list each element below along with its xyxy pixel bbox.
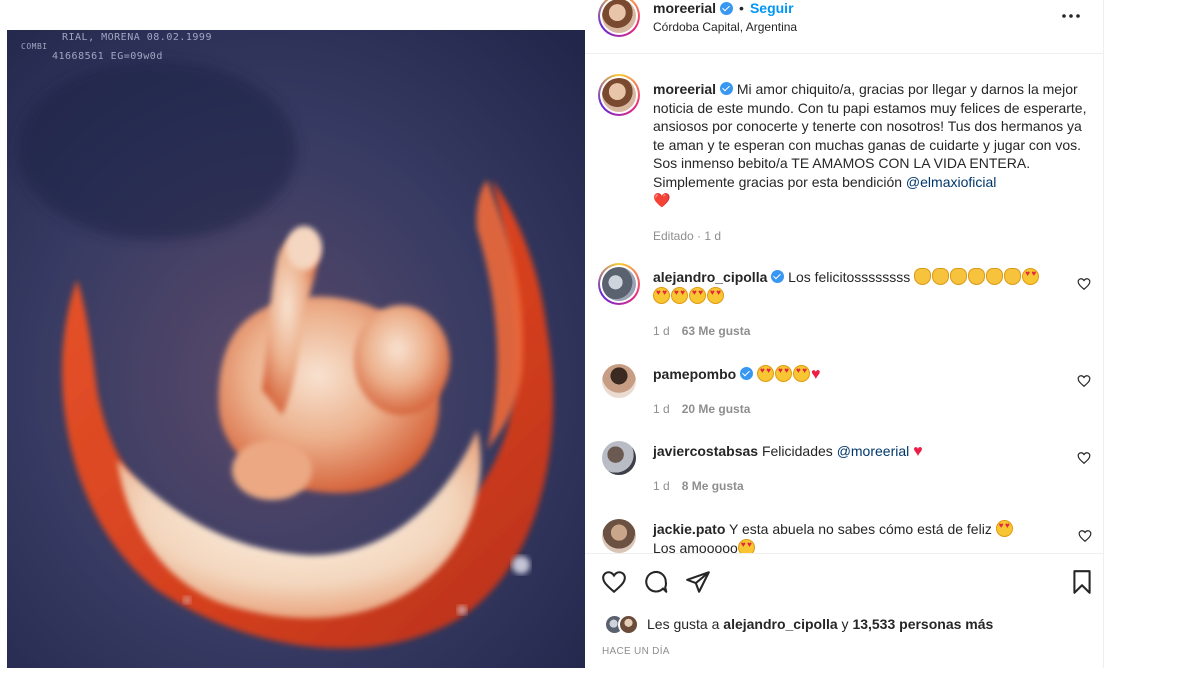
likers-avatars[interactable]: [604, 614, 644, 636]
post-location[interactable]: Córdoba Capital, Argentina: [653, 20, 797, 34]
caption-avatar[interactable]: [598, 74, 640, 116]
caption-meta: Editado · 1 d: [653, 229, 722, 243]
comment-like-heart-icon[interactable]: [1077, 374, 1091, 388]
comment-username[interactable]: jackie.pato: [653, 521, 725, 537]
comment-meta: 1 d 20 Me gusta: [653, 402, 750, 416]
commenter-avatar[interactable]: [602, 364, 636, 398]
author-username[interactable]: moreerial: [653, 0, 716, 16]
comment-bubble-icon[interactable]: [643, 569, 669, 595]
comment-username[interactable]: pamepombo: [653, 366, 736, 382]
paper-plane-icon[interactable]: [685, 569, 711, 595]
author-avatar[interactable]: [598, 0, 640, 37]
comment-time: 1 d: [653, 402, 670, 416]
ultrasound-id-label: 41668561 EG=09w0d: [52, 51, 163, 62]
comment-clip-region: jackie.pato Y esta abuela no sabes cómo …: [585, 510, 1104, 553]
comment-item: alejandro_cipolla Los felicitossssssss: [653, 268, 1053, 306]
verified-badge-icon: [719, 82, 733, 95]
comment-meta: 1 d 8 Me gusta: [653, 479, 744, 493]
caption-username[interactable]: moreerial: [653, 81, 716, 97]
likes-prefix: Les gusta a: [647, 616, 724, 632]
post-header: moreerial • Seguir: [653, 0, 794, 16]
comment-mention[interactable]: @moreerial: [837, 443, 910, 459]
post-caption: moreerial Mi amor chiquito/a, gracias po…: [653, 80, 1093, 210]
likes-middle: y: [837, 616, 853, 632]
commenter-avatar[interactable]: [602, 519, 636, 553]
comment-item: jackie.pato Y esta abuela no sabes cómo …: [653, 520, 1053, 553]
comment-item: pamepombo ♥: [653, 365, 1053, 384]
heart-outline-icon[interactable]: [601, 569, 627, 595]
comment-time: 1 d: [653, 324, 670, 338]
comment-like-heart-icon[interactable]: [1078, 529, 1092, 543]
caption-heart-emoji: ❤️: [653, 192, 671, 208]
actions-divider: [585, 553, 1104, 554]
ultrasound-image: [7, 30, 585, 668]
follow-button[interactable]: Seguir: [750, 0, 794, 16]
likes-user[interactable]: alejandro_cipolla: [723, 616, 837, 632]
likes-summary: Les gusta a alejandro_cipolla y 13,533 p…: [647, 616, 993, 632]
verified-badge-icon: [740, 367, 754, 380]
comment-likes[interactable]: 20 Me gusta: [682, 402, 751, 416]
comment-item: javiercostabsas Felicidades @moreerial ♥: [653, 442, 1053, 461]
more-horizontal-icon[interactable]: [1059, 8, 1083, 24]
commenter-avatar[interactable]: [602, 441, 636, 475]
comment-text: Y esta abuela no sabes cómo está de feli…: [729, 521, 992, 537]
commenter-avatar[interactable]: [598, 263, 640, 305]
bookmark-icon[interactable]: [1069, 569, 1095, 595]
comment-text: Los felicitossssssss: [788, 269, 911, 285]
header-separator: •: [739, 0, 744, 16]
comment-emojis: ♥: [757, 365, 821, 383]
comment-username[interactable]: javiercostabsas: [653, 443, 758, 459]
caption-text: Mi amor chiquito/a, gracias por llegar y…: [653, 81, 1087, 190]
post-image[interactable]: RIAL, MORENA 08.02.1999 41668561 EG=09w0…: [7, 30, 585, 668]
comment-text: Felicidades: [761, 443, 833, 459]
ultrasound-mode-label: COMBI: [21, 42, 48, 51]
comment-text-line2: Los amooooo: [653, 540, 738, 553]
caption-mention[interactable]: @elmaxioficial: [906, 174, 996, 190]
likes-count[interactable]: 13,533 personas más: [852, 616, 993, 632]
comment-username[interactable]: alejandro_cipolla: [653, 269, 767, 285]
verified-badge-icon: [720, 1, 734, 15]
post-details-panel: moreerial • Seguir Córdoba Capital, Arge…: [585, 0, 1104, 668]
comment-likes[interactable]: 63 Me gusta: [682, 324, 751, 338]
comment-like-heart-icon[interactable]: [1077, 277, 1091, 291]
ultrasound-patient-label: RIAL, MORENA 08.02.1999: [62, 32, 212, 43]
comment-like-heart-icon[interactable]: [1077, 451, 1091, 465]
comment-meta: 1 d 63 Me gusta: [653, 324, 750, 338]
verified-badge-icon: [771, 270, 785, 283]
header-divider: [585, 53, 1104, 54]
comment-heart-emoji: ♥: [913, 443, 923, 460]
comment-likes[interactable]: 8 Me gusta: [682, 479, 744, 493]
post-time-ago[interactable]: HACE UN DÍA: [602, 646, 670, 657]
comment-time: 1 d: [653, 479, 670, 493]
